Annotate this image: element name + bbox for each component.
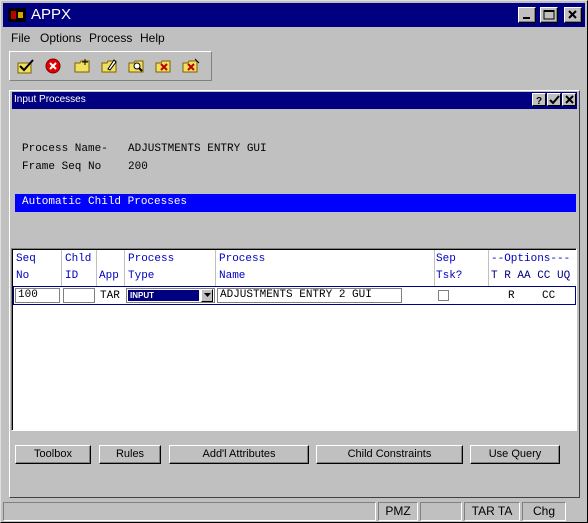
header-process-name-2: Name	[219, 270, 246, 282]
attributes-button[interactable]: Add'l Attributes	[169, 445, 309, 464]
menu-process[interactable]: Process	[89, 31, 132, 45]
dropdown-button[interactable]	[201, 289, 213, 302]
help-button[interactable]: ?	[532, 93, 546, 106]
menu-bar: File Options Process Help	[3, 28, 585, 48]
header-sep-2: Tsk?	[436, 270, 463, 282]
input-processes-window: Input Processes ? Process Name- ADJUSTME…	[9, 90, 580, 498]
header-chld-id: ID	[65, 270, 79, 282]
header-app: App	[99, 270, 119, 282]
purge-folder-icon[interactable]	[181, 57, 201, 75]
process-name-label: Process Name-	[22, 143, 108, 155]
menu-help[interactable]: Help	[140, 31, 165, 45]
process-name-value: ADJUSTMENTS ENTRY GUI	[128, 143, 267, 155]
option-cc[interactable]: CC	[542, 290, 555, 302]
section-banner: Automatic Child Processes	[15, 194, 576, 212]
header-seq: Seq	[16, 253, 36, 265]
status-pmz: PMZ	[378, 502, 418, 521]
use-query-button[interactable]: Use Query	[470, 445, 560, 464]
close-icon	[568, 10, 577, 19]
table-row[interactable]: 100 TAR INPUT ADJUSTMENTS ENTRY 2 GUI R …	[13, 286, 576, 305]
title-bar[interactable]: APPX	[3, 3, 585, 27]
frame-seq-value: 200	[128, 161, 148, 173]
toolbox-button[interactable]: Toolbox	[15, 445, 91, 464]
header-sep-1: Sep	[436, 253, 456, 265]
menu-options[interactable]: Options	[40, 31, 81, 45]
app-title: APPX	[31, 6, 72, 23]
sep-task-checkbox[interactable]	[438, 290, 449, 301]
app-window: APPX File Options Process Help Input Pro…	[0, 0, 588, 523]
checkmark-icon[interactable]	[16, 57, 36, 75]
section-title: Automatic Child Processes	[22, 196, 188, 208]
help-icon: ?	[536, 96, 542, 105]
header-options-flags: T R AA CC UQ	[491, 270, 571, 282]
status-application: TAR TA	[464, 502, 520, 521]
process-type-value: INPUT	[128, 290, 199, 301]
status-empty	[420, 502, 462, 521]
search-folder-icon[interactable]	[127, 57, 147, 75]
close-button[interactable]	[564, 7, 582, 23]
status-bar: PMZ TAR TA Chg	[3, 501, 585, 521]
option-r[interactable]: R	[508, 290, 515, 302]
close-icon	[565, 95, 574, 104]
minimize-button[interactable]	[518, 7, 536, 23]
child-constraints-button[interactable]: Child Constraints	[316, 445, 463, 464]
header-chld: Chld	[65, 253, 92, 265]
maximize-button[interactable]	[540, 7, 558, 23]
new-folder-icon[interactable]	[73, 57, 93, 75]
header-process-type-1: Process	[128, 253, 175, 265]
cancel-icon[interactable]	[43, 57, 63, 75]
appx-logo-icon	[8, 8, 26, 22]
rules-button[interactable]: Rules	[99, 445, 161, 464]
maximize-icon	[543, 10, 555, 20]
accept-button[interactable]	[547, 93, 561, 106]
seq-input[interactable]: 100	[15, 288, 60, 303]
child-title: Input Processes	[14, 94, 86, 105]
child-process-table: Seq No Chld ID App Process Type Process …	[11, 248, 577, 431]
edit-folder-icon[interactable]	[100, 57, 120, 75]
header-seq-no: No	[16, 270, 30, 282]
toolbar	[9, 51, 212, 81]
status-mode: Chg	[522, 502, 566, 521]
child-close-button[interactable]	[562, 93, 576, 106]
frame-seq-label: Frame Seq No	[22, 161, 102, 173]
check-icon	[549, 95, 560, 105]
menu-file[interactable]: File	[11, 31, 30, 45]
header-process-name-1: Process	[219, 253, 266, 265]
app-cell: TAR	[100, 290, 120, 302]
process-type-select[interactable]: INPUT	[126, 288, 215, 303]
minimize-icon	[523, 17, 530, 19]
chevron-down-icon	[204, 293, 211, 297]
child-title-bar[interactable]: Input Processes ?	[12, 92, 577, 109]
svg-text:?: ?	[536, 96, 542, 105]
process-name-input[interactable]: ADJUSTMENTS ENTRY 2 GUI	[217, 288, 402, 303]
delete-folder-icon[interactable]	[154, 57, 174, 75]
status-message	[3, 502, 376, 521]
header-process-type-2: Type	[128, 270, 155, 282]
header-options: --Options---	[491, 253, 571, 265]
chld-id-input[interactable]	[63, 288, 95, 303]
